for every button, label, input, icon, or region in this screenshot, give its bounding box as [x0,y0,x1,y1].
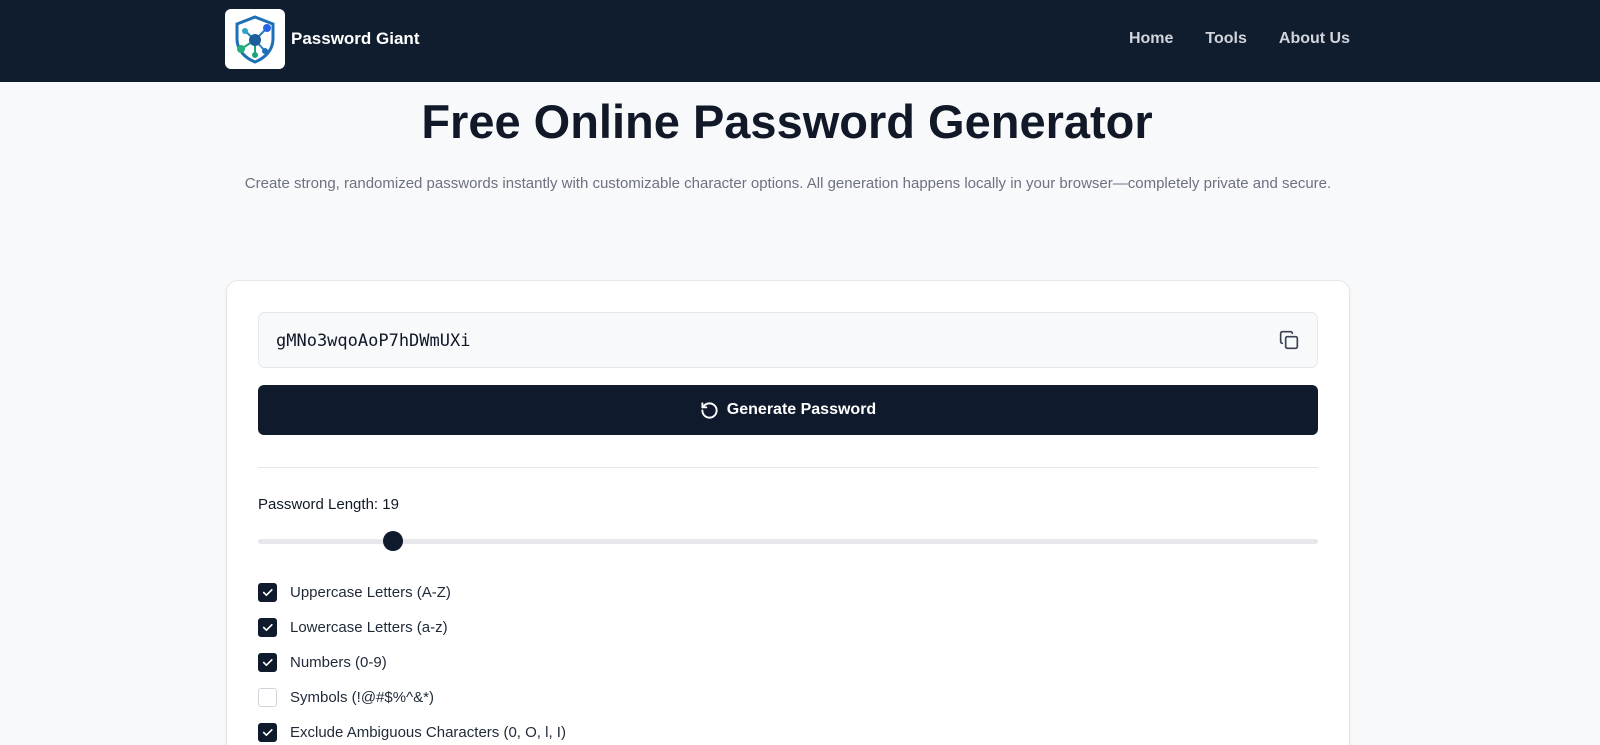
checkbox[interactable] [258,653,277,672]
checkbox[interactable] [258,583,277,602]
option-lowercase-letters[interactable]: Lowercase Letters (a-z) [258,610,566,645]
check-icon [262,658,273,667]
password-output[interactable]: gMNo3wqoAoP7hDWmUXi [258,312,1318,368]
option-numbers[interactable]: Numbers (0-9) [258,645,566,680]
option-symbols[interactable]: Symbols (!@#$%^&*) [258,680,566,715]
check-icon [262,728,273,737]
divider [258,467,1318,468]
copy-icon [1279,330,1299,350]
password-length-label: Password Length: 19 [258,496,399,513]
slider-track [258,539,1318,544]
site-header: Password Giant Home Tools About Us [0,0,1600,82]
copy-button[interactable] [1277,328,1301,352]
option-uppercase-letters[interactable]: Uppercase Letters (A-Z) [258,575,566,610]
generator-card: gMNo3wqoAoP7hDWmUXi Generate Password Pa… [226,280,1350,745]
option-exclude-ambiguous-characters[interactable]: Exclude Ambiguous Characters (0, O, l, I… [258,715,566,745]
slider-thumb[interactable] [382,531,403,551]
password-length-slider[interactable] [258,531,1318,551]
nav-tools[interactable]: Tools [1205,29,1246,49]
generate-password-label: Generate Password [726,401,877,418]
check-icon [262,588,273,597]
check-icon [262,623,273,632]
logo[interactable] [225,9,285,69]
checkbox[interactable] [258,688,277,707]
option-label: Exclude Ambiguous Characters (0, O, l, I… [290,723,566,741]
option-label: Numbers (0-9) [290,653,387,671]
option-label: Lowercase Letters (a-z) [290,618,448,636]
page-title: Free Online Password Generator [421,95,1153,148]
brand-name[interactable]: Password Giant [291,28,419,50]
page-subtitle: Create strong, randomized passwords inst… [244,175,1332,192]
option-label: Uppercase Letters (A-Z) [290,583,451,601]
password-value[interactable]: gMNo3wqoAoP7hDWmUXi [276,330,470,352]
nav-about-us[interactable]: About Us [1279,29,1350,49]
nav-home[interactable]: Home [1129,29,1173,49]
checkbox[interactable] [258,618,277,637]
main-nav: Home Tools About Us [1129,29,1350,49]
character-options: Uppercase Letters (A-Z) Lowercase Letters… [258,575,566,745]
shield-network-icon [235,15,275,64]
rotate-ccw-icon [701,401,718,419]
generate-password-button[interactable]: Generate Password [258,385,1318,435]
checkbox[interactable] [258,723,277,742]
option-label: Symbols (!@#$%^&*) [290,688,434,706]
